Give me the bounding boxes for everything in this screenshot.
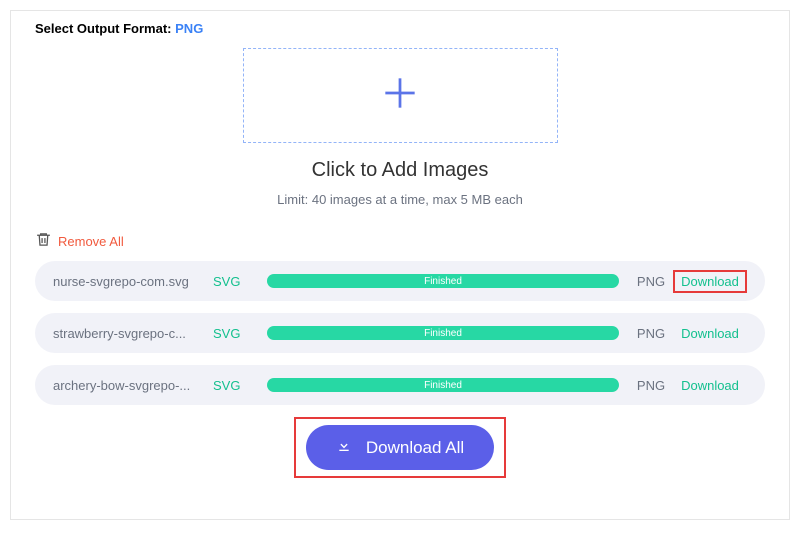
download-icon	[336, 437, 352, 458]
output-format-header: Select Output Format: PNG	[35, 21, 765, 36]
file-input-format: SVG	[213, 378, 257, 393]
progress-status: Finished	[424, 328, 462, 339]
file-input-format: SVG	[213, 326, 257, 341]
download-all-label: Download All	[366, 438, 464, 458]
progress-bar: Finished	[267, 378, 619, 392]
plus-icon	[378, 71, 422, 120]
file-row: archery-bow-svgrepo-...SVG Finished PNGDow…	[35, 365, 765, 405]
download-link[interactable]: Download	[673, 326, 747, 341]
file-output-format: PNG	[629, 378, 673, 393]
progress-bar: Finished	[267, 274, 619, 288]
file-name: strawberry-svgrepo-c...	[53, 326, 213, 341]
add-images-dropzone[interactable]	[243, 48, 558, 143]
remove-all-button[interactable]: Remove All	[35, 231, 765, 251]
file-row: nurse-svgrepo-com.svgSVG Finished PNGDownl…	[35, 261, 765, 301]
dropzone-limit: Limit: 40 images at a time, max 5 MB eac…	[35, 192, 765, 207]
progress-bar: Finished	[267, 326, 619, 340]
file-row: strawberry-svgrepo-c...SVG Finished PNGDow…	[35, 313, 765, 353]
remove-all-label: Remove All	[58, 234, 124, 249]
progress-status: Finished	[424, 276, 462, 287]
file-output-format: PNG	[629, 274, 673, 289]
trash-icon	[35, 231, 52, 251]
download-all-highlight: Download All	[294, 417, 506, 478]
file-output-format: PNG	[629, 326, 673, 341]
download-link[interactable]: Download	[673, 270, 747, 293]
progress-status: Finished	[424, 380, 462, 391]
file-name: nurse-svgrepo-com.svg	[53, 274, 213, 289]
output-format-value[interactable]: PNG	[175, 21, 203, 36]
download-link[interactable]: Download	[673, 378, 747, 393]
dropzone-title: Click to Add Images	[35, 159, 765, 182]
file-name: archery-bow-svgrepo-...	[53, 378, 213, 393]
download-all-button[interactable]: Download All	[306, 425, 494, 470]
output-format-label: Select Output Format:	[35, 21, 172, 36]
file-input-format: SVG	[213, 274, 257, 289]
